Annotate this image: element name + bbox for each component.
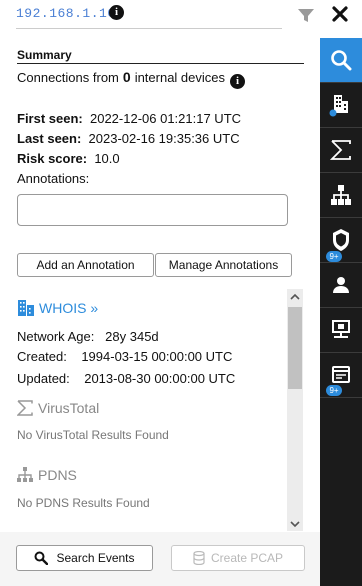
summary-heading: Summary xyxy=(17,48,72,62)
virustotal-title: VirusTotal xyxy=(38,400,100,416)
sidebar-item-organization[interactable] xyxy=(320,83,362,127)
entity-title[interactable]: 192.168.1.101 xyxy=(16,6,124,21)
virustotal-section-title: VirusTotal xyxy=(17,400,99,416)
updated-value: 2013-08-30 00:00:00 UTC xyxy=(84,371,236,386)
title-divider xyxy=(16,28,282,29)
sidebar-item-network[interactable] xyxy=(320,173,362,217)
last-seen-row: Last seen: 2023-02-16 19:35:36 UTC xyxy=(17,131,240,146)
panel-header: 192.168.1.101 i xyxy=(0,0,362,34)
risk-score-value: 10.0 xyxy=(94,151,120,166)
search-events-button[interactable]: Search Events xyxy=(16,545,153,571)
sidebar-item-user[interactable] xyxy=(320,263,362,307)
first-seen-row: First seen: 2022-12-06 01:21:17 UTC xyxy=(17,111,241,126)
network-age-row: Network Age: 28y 345d xyxy=(17,329,159,344)
chevron-down-icon xyxy=(290,520,300,527)
right-sidebar: 9+ 9+ xyxy=(320,38,362,586)
sidebar-item-virustotal[interactable] xyxy=(320,128,362,172)
first-seen-value: 2022-12-06 01:21:17 UTC xyxy=(89,111,242,126)
sigma-icon xyxy=(17,400,33,416)
summary-divider xyxy=(17,63,304,64)
search-events-label: Search Events xyxy=(56,551,135,565)
risk-score-row: Risk score: 10.0 xyxy=(17,151,120,166)
monitor-icon xyxy=(332,320,350,338)
connections-prefix: Connections from xyxy=(17,70,119,85)
risk-score-label: Risk score: xyxy=(17,151,88,166)
scrollbar[interactable] xyxy=(287,289,303,531)
pdns-section-title: PDNS xyxy=(17,467,77,483)
sidebar-item-security[interactable]: 9+ xyxy=(320,218,362,262)
info-icon[interactable]: i xyxy=(230,74,246,89)
pdns-empty-text: No PDNS Results Found xyxy=(17,496,150,510)
network-age-label: Network Age: xyxy=(17,329,95,344)
updated-label: Updated: xyxy=(17,371,70,386)
sigma-icon xyxy=(330,140,351,160)
pdns-title: PDNS xyxy=(38,467,77,483)
network-age-value: 28y 345d xyxy=(105,329,159,344)
search-icon xyxy=(331,50,352,71)
network-icon xyxy=(17,467,33,482)
search-icon xyxy=(34,551,49,565)
create-pcap-button[interactable]: Create PCAP xyxy=(171,545,305,571)
sidebar-item-search[interactable] xyxy=(320,38,362,82)
scroll-up-arrow[interactable] xyxy=(287,289,303,303)
chevron-up-icon xyxy=(290,293,300,300)
created-value: 1994-03-15 00:00:00 UTC xyxy=(81,349,233,364)
sidebar-item-devices[interactable] xyxy=(320,308,362,352)
filter-icon[interactable] xyxy=(298,9,314,23)
building-icon xyxy=(329,95,348,117)
scroll-down-arrow[interactable] xyxy=(287,517,303,531)
security-badge: 9+ xyxy=(326,251,342,262)
connections-line: Connections from 0 internal devices i xyxy=(17,69,246,89)
database-icon xyxy=(193,551,205,565)
last-seen-value: 2023-02-16 19:35:36 UTC xyxy=(88,131,240,146)
created-row: Created: 1994-03-15 00:00:00 UTC xyxy=(17,349,232,364)
scrollbar-thumb[interactable] xyxy=(288,307,302,389)
virustotal-empty-text: No VirusTotal Results Found xyxy=(17,428,169,442)
last-seen-label: Last seen: xyxy=(17,131,82,146)
sidebar-item-applications[interactable]: 9+ xyxy=(320,353,362,397)
connections-count: 0 xyxy=(122,69,131,85)
building-icon xyxy=(18,300,34,316)
manage-annotations-button[interactable]: Manage Annotations xyxy=(155,253,292,277)
window-icon xyxy=(332,366,350,383)
add-annotation-button[interactable]: Add an Annotation xyxy=(17,253,154,277)
annotation-input[interactable] xyxy=(17,194,288,226)
created-label: Created: xyxy=(17,349,67,364)
shield-icon xyxy=(333,229,349,251)
info-icon[interactable]: i xyxy=(109,5,124,20)
first-seen-label: First seen: xyxy=(17,111,83,126)
updated-row: Updated: 2013-08-30 00:00:00 UTC xyxy=(17,371,235,386)
network-icon xyxy=(331,185,351,205)
close-icon[interactable] xyxy=(331,5,349,23)
applications-badge: 9+ xyxy=(326,385,342,396)
connections-suffix: internal devices xyxy=(134,70,226,85)
whois-link[interactable]: WHOIS » xyxy=(17,299,98,317)
user-icon xyxy=(333,277,349,293)
annotations-label: Annotations: xyxy=(17,171,90,186)
whois-title[interactable]: WHOIS » xyxy=(39,300,98,316)
create-pcap-label: Create PCAP xyxy=(210,551,284,565)
